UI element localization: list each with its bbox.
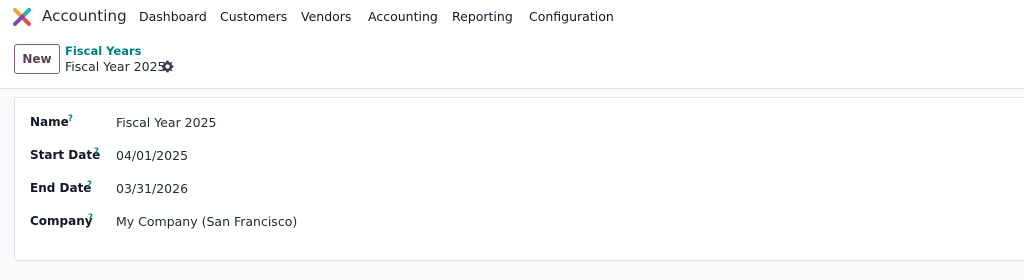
end-date-help-icon[interactable]: ? <box>87 180 92 190</box>
company-field[interactable]: My Company (San Francisco) <box>116 214 297 229</box>
menu-item-customers[interactable]: Customers <box>220 9 287 24</box>
accounting-app-icon[interactable] <box>13 8 31 26</box>
end-date-field[interactable]: 03/31/2026 <box>116 181 188 196</box>
breadcrumb-parent-link[interactable]: Fiscal Years <box>65 44 142 58</box>
breadcrumb-current: Fiscal Year 2025 <box>65 59 166 74</box>
app-name[interactable]: Accounting <box>42 7 127 25</box>
menu-item-configuration[interactable]: Configuration <box>529 9 614 24</box>
company-help-icon[interactable]: ? <box>88 213 93 223</box>
top-navbar: Accounting Dashboard Customers Vendors A… <box>0 0 1024 33</box>
menu-item-vendors[interactable]: Vendors <box>301 9 351 24</box>
menu-item-accounting[interactable]: Accounting <box>368 9 438 24</box>
menu-item-reporting[interactable]: Reporting <box>452 9 513 24</box>
name-help-icon[interactable]: ? <box>68 114 73 124</box>
menu-item-dashboard[interactable]: Dashboard <box>139 9 207 24</box>
name-field[interactable]: Fiscal Year 2025 <box>116 115 217 130</box>
gear-icon[interactable] <box>161 60 174 73</box>
start-date-help-icon[interactable]: ? <box>94 147 99 157</box>
start-date-field[interactable]: 04/01/2025 <box>116 148 188 163</box>
name-label: Name <box>30 115 69 129</box>
company-label: Company <box>30 214 93 228</box>
control-panel: New Fiscal Years Fiscal Year 2025 <box>0 33 1024 89</box>
end-date-label: End Date <box>30 181 92 195</box>
start-date-label: Start Date <box>30 148 101 162</box>
new-button[interactable]: New <box>14 44 60 74</box>
